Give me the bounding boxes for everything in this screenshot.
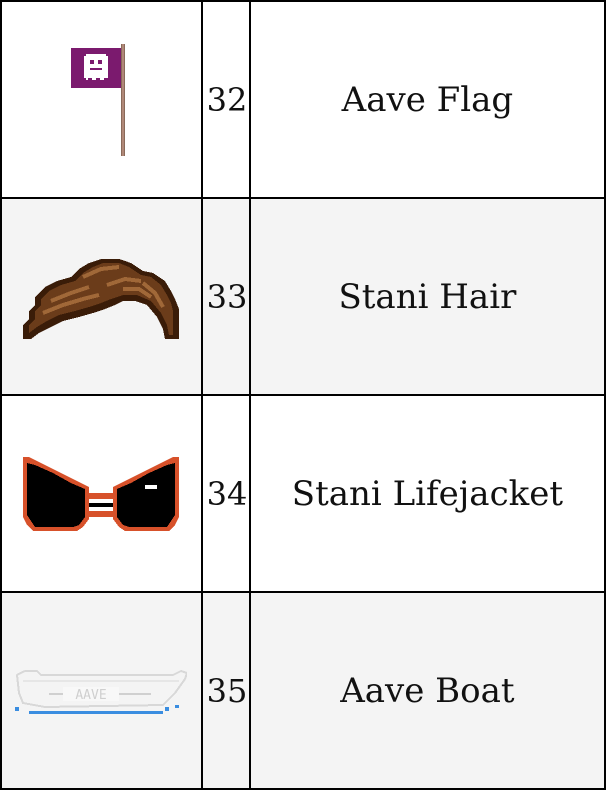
item-image-cell: AAVE bbox=[0, 591, 203, 790]
item-id: 33 bbox=[200, 197, 251, 396]
item-image-cell bbox=[0, 394, 203, 593]
item-image-cell bbox=[0, 197, 203, 396]
item-name: Stani Lifejacket bbox=[248, 394, 606, 593]
stani-hair-icon bbox=[23, 258, 180, 339]
item-name: Stani Hair bbox=[248, 197, 606, 396]
wearables-table: 32 Aave Flag 33 Stani Hair 34 Stani Life… bbox=[0, 0, 606, 790]
item-id: 35 bbox=[200, 591, 251, 790]
aave-boat-icon: AAVE bbox=[15, 669, 188, 714]
item-name: Aave Flag bbox=[248, 0, 606, 199]
item-image-cell bbox=[0, 0, 203, 199]
item-id: 32 bbox=[200, 0, 251, 199]
table-row: 32 Aave Flag bbox=[0, 0, 606, 199]
item-id: 34 bbox=[200, 394, 251, 593]
stani-lifejacket-icon bbox=[23, 456, 180, 531]
table-row: AAVE 35 Aave Boat bbox=[0, 591, 606, 790]
item-name: Aave Boat bbox=[248, 591, 606, 790]
table-row: 34 Stani Lifejacket bbox=[0, 394, 606, 593]
boat-label-text: AAVE bbox=[76, 688, 107, 703]
aave-flag-icon bbox=[71, 43, 126, 156]
table-row: 33 Stani Hair bbox=[0, 197, 606, 396]
